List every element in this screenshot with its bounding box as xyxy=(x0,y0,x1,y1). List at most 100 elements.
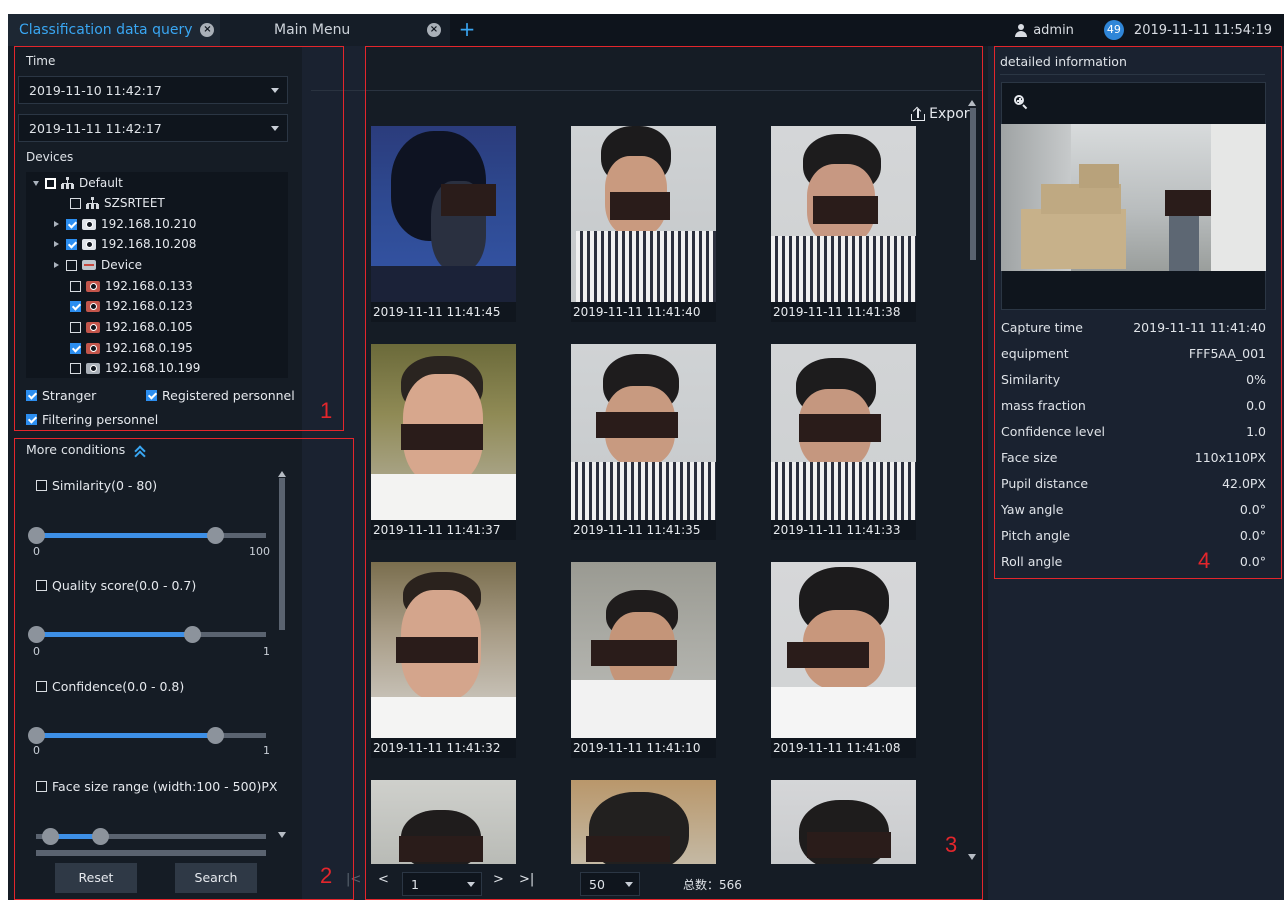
tree-checkbox[interactable] xyxy=(66,218,77,230)
quality-slider[interactable] xyxy=(28,626,266,644)
capture-card[interactable]: 2019-11-11 11:41:32 xyxy=(371,562,516,758)
close-icon[interactable]: × xyxy=(200,23,215,37)
more-conditions-toggle[interactable]: More conditions xyxy=(26,442,146,462)
notification-badge[interactable]: 49 xyxy=(1103,20,1124,40)
face-photo[interactable] xyxy=(771,126,916,302)
capture-card[interactable]: 2019-11-11 11:41:38 xyxy=(771,126,916,322)
export-button[interactable]: Export xyxy=(911,106,975,122)
reset-button[interactable]: Reset xyxy=(55,863,137,893)
checkbox[interactable] xyxy=(36,781,47,792)
page-size-select[interactable]: 50 xyxy=(580,872,640,896)
face-photo[interactable] xyxy=(371,344,516,520)
slider-handle-high[interactable] xyxy=(207,727,225,744)
checkbox[interactable] xyxy=(36,480,47,491)
face-photo[interactable] xyxy=(571,126,716,302)
last-page-button[interactable]: >| xyxy=(519,872,534,887)
tree-checkbox[interactable] xyxy=(66,259,77,271)
checkbox[interactable] xyxy=(26,390,37,401)
capture-card[interactable]: 2019-11-11 11:41:37 xyxy=(371,344,516,540)
tree-checkbox[interactable] xyxy=(70,342,81,354)
slider-handle-low[interactable] xyxy=(28,626,45,643)
tree-node-192-168-0-195[interactable]: 192.168.0.195 xyxy=(70,338,193,358)
capture-card[interactable]: 2019-11-11 11:41:33 xyxy=(771,344,916,540)
username[interactable]: admin xyxy=(1033,23,1074,38)
slider-handle-low[interactable] xyxy=(41,828,59,845)
prev-page-button[interactable]: < xyxy=(378,872,389,887)
double-chevron-up-icon[interactable] xyxy=(134,444,146,462)
capture-card[interactable]: 2019-11-11 11:41:40 xyxy=(571,126,716,322)
face-photo[interactable] xyxy=(571,562,716,738)
checkbox[interactable] xyxy=(36,580,47,591)
scene-image[interactable] xyxy=(1001,124,1266,271)
first-page-button[interactable]: |< xyxy=(346,872,361,887)
end-time-select[interactable]: 2019-11-11 11:42:17 xyxy=(18,114,288,142)
quality-checkbox[interactable]: Quality score(0.0 - 0.7) xyxy=(36,578,196,593)
slider-handle-low[interactable] xyxy=(28,527,45,544)
scroll-up-icon[interactable] xyxy=(968,100,976,106)
capture-card[interactable]: 2019-11-11 11:41:10 xyxy=(571,562,716,758)
face-photo[interactable] xyxy=(371,780,516,864)
capture-card[interactable] xyxy=(371,780,516,864)
close-icon[interactable]: × xyxy=(427,23,441,37)
checkbox[interactable] xyxy=(36,681,47,692)
capture-card[interactable] xyxy=(771,780,916,864)
face-size-checkbox[interactable]: Face size range (width:100 - 500)PX xyxy=(36,779,277,794)
search-button[interactable]: Search xyxy=(175,863,257,893)
capture-card[interactable]: 2019-11-11 11:41:08 xyxy=(771,562,916,758)
filtering-checkbox[interactable]: Filtering personnel xyxy=(26,412,158,427)
face-photo[interactable] xyxy=(371,562,516,738)
tree-checkbox[interactable] xyxy=(70,300,81,312)
tree-node-192-168-10-210[interactable]: 192.168.10.210 xyxy=(54,214,196,234)
horizontal-scrollbar[interactable] xyxy=(36,850,266,856)
tree-checkbox[interactable] xyxy=(70,362,81,374)
tree-node-default[interactable]: Default xyxy=(33,173,123,193)
tree-node-device[interactable]: Device xyxy=(54,255,142,275)
capture-card[interactable]: 2019-11-11 11:41:45 xyxy=(371,126,516,322)
capture-card[interactable] xyxy=(571,780,716,864)
expand-icon[interactable] xyxy=(54,241,59,247)
face-photo[interactable] xyxy=(771,562,916,738)
expand-icon[interactable] xyxy=(54,262,59,268)
tree-checkbox[interactable] xyxy=(66,238,77,250)
registered-checkbox[interactable]: Registered personnel xyxy=(146,388,295,403)
tab-classification-data-query[interactable]: Classification data query × xyxy=(8,14,220,46)
face-size-slider[interactable] xyxy=(36,828,266,846)
expand-icon[interactable] xyxy=(54,221,59,227)
vertical-scrollbar[interactable] xyxy=(970,108,976,260)
zoom-in-icon[interactable] xyxy=(1014,95,1028,110)
slider-handle-high[interactable] xyxy=(184,626,202,643)
checkbox[interactable] xyxy=(146,390,157,401)
confidence-slider[interactable] xyxy=(28,727,266,745)
tree-node-192-168-0-123[interactable]: 192.168.0.123 xyxy=(70,296,193,316)
tab-main-menu[interactable]: Main Menu × xyxy=(220,14,450,46)
stranger-checkbox[interactable]: Stranger xyxy=(26,388,96,403)
tree-node-192-168-10-208[interactable]: 192.168.10.208 xyxy=(54,234,196,254)
scroll-down-icon[interactable] xyxy=(278,832,286,838)
similarity-checkbox[interactable]: Similarity(0 - 80) xyxy=(36,478,157,493)
scroll-down-icon[interactable] xyxy=(968,854,976,860)
tree-node-192-168-10-199[interactable]: 192.168.10.199 xyxy=(70,358,200,378)
expand-icon[interactable] xyxy=(33,180,39,186)
tree-node-szsrteet[interactable]: SZSRTEET xyxy=(70,193,165,213)
face-photo[interactable] xyxy=(571,344,716,520)
vertical-scrollbar[interactable] xyxy=(279,478,285,630)
tree-node-192-168-0-105[interactable]: 192.168.0.105 xyxy=(70,317,193,337)
slider-handle-high[interactable] xyxy=(207,527,225,544)
confidence-checkbox[interactable]: Confidence(0.0 - 0.8) xyxy=(36,679,184,694)
slider-handle-low[interactable] xyxy=(28,727,45,744)
tree-checkbox[interactable] xyxy=(70,280,81,292)
face-photo[interactable] xyxy=(771,780,916,864)
tree-checkbox[interactable] xyxy=(45,177,56,189)
face-photo[interactable] xyxy=(371,126,516,302)
slider-handle-high[interactable] xyxy=(92,828,110,845)
scroll-up-icon[interactable] xyxy=(278,471,286,477)
tree-node-192-168-0-133[interactable]: 192.168.0.133 xyxy=(70,276,193,296)
face-photo[interactable] xyxy=(571,780,716,864)
similarity-slider[interactable] xyxy=(28,527,266,545)
page-select[interactable]: 1 xyxy=(402,872,482,896)
capture-card[interactable]: 2019-11-11 11:41:35 xyxy=(571,344,716,540)
tree-checkbox[interactable] xyxy=(70,321,81,333)
next-page-button[interactable]: > xyxy=(493,872,504,887)
start-time-select[interactable]: 2019-11-10 11:42:17 xyxy=(18,76,288,104)
face-photo[interactable] xyxy=(771,344,916,520)
